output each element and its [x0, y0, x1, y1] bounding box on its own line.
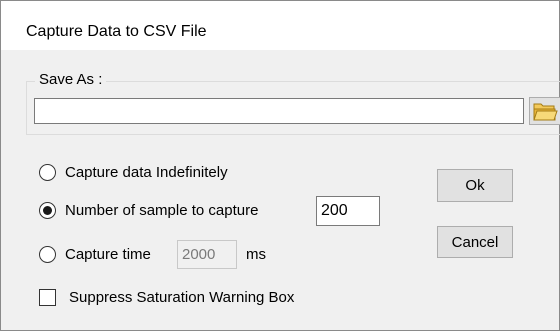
folder-open-icon [533, 103, 558, 121]
browse-button[interactable] [529, 97, 560, 125]
option-samples[interactable]: Number of sample to capture [39, 202, 258, 219]
time-label: Capture time [65, 246, 151, 263]
option-time[interactable]: Capture time [39, 246, 151, 263]
suppress-checkbox[interactable] [39, 289, 56, 306]
option-indefinite[interactable]: Capture data Indefinitely [39, 164, 228, 181]
samples-input[interactable] [316, 196, 380, 226]
title-bar: Capture Data to CSV File [1, 1, 559, 50]
cancel-button[interactable]: Cancel [437, 226, 513, 258]
time-unit-label: ms [246, 246, 266, 263]
samples-radio[interactable] [39, 202, 56, 219]
save-as-label: Save As : [35, 71, 107, 88]
save-path-input[interactable] [34, 98, 524, 124]
time-radio[interactable] [39, 246, 56, 263]
ok-button[interactable]: Ok [437, 169, 513, 202]
samples-label: Number of sample to capture [65, 202, 259, 219]
suppress-option[interactable]: Suppress Saturation Warning Box [39, 289, 294, 306]
dialog-title: Capture Data to CSV File [26, 23, 207, 40]
suppress-label: Suppress Saturation Warning Box [69, 289, 295, 306]
indefinite-radio[interactable] [39, 164, 56, 181]
indefinite-label: Capture data Indefinitely [65, 164, 228, 181]
time-input [177, 240, 237, 269]
capture-dialog: Capture Data to CSV File Save As : Captu… [0, 0, 560, 331]
